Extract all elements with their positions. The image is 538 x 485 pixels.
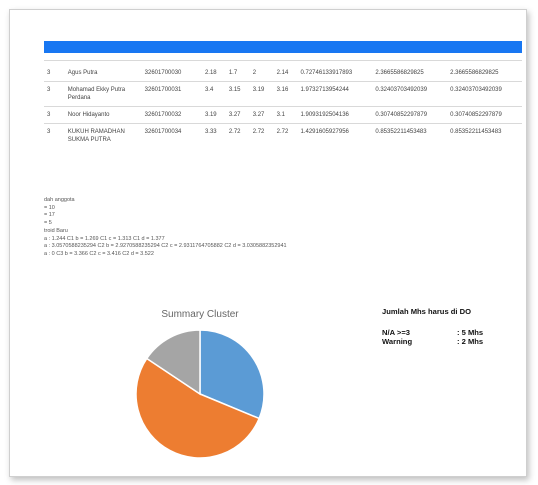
member-count-c2: = 17 bbox=[44, 212, 55, 219]
grade-2: 3.15 bbox=[225, 81, 250, 107]
grade-4: 2.14 bbox=[273, 60, 298, 82]
grade-1: 3.33 bbox=[201, 123, 226, 148]
row-number: 3 bbox=[44, 106, 65, 124]
table-row: 3 Agus Putra 32601700030 2.18 1.7 2 2.14… bbox=[44, 60, 522, 82]
distance-c2: 0.85352211453483 bbox=[372, 123, 448, 148]
student-name: Agus Putra bbox=[64, 60, 142, 82]
distance-c2: 0.32403703492039 bbox=[372, 81, 448, 107]
do-row-label: N/A >=3 bbox=[382, 328, 410, 337]
table-header-bar bbox=[44, 41, 522, 53]
student-nim: 32601700031 bbox=[141, 81, 202, 107]
do-row-label: Warning bbox=[382, 337, 413, 346]
do-row-value: : 5 Mhs bbox=[457, 328, 484, 337]
grade-2: 3.27 bbox=[225, 106, 250, 124]
centroid-line-3: a : 0 C3 b = 3.366 C2 c = 3.416 C2 d = 3… bbox=[44, 250, 154, 257]
student-nim: 32601700034 bbox=[141, 123, 202, 148]
centroid-line-2: a : 3.0570588235294 C2 b = 2.92705882352… bbox=[44, 243, 287, 250]
do-summary: Jumlah Mhs harus di DO N/A >=3 : 5 Mhs W… bbox=[382, 307, 483, 346]
row-number: 3 bbox=[44, 60, 65, 82]
grade-2: 1.7 bbox=[225, 60, 250, 82]
pie-title: Summary Cluster bbox=[161, 309, 239, 320]
grade-1: 2.18 bbox=[201, 60, 226, 82]
summary-pie-chart bbox=[135, 329, 265, 458]
grade-1: 3.4 bbox=[201, 81, 226, 107]
grade-4: 3.16 bbox=[273, 81, 298, 107]
grade-2: 2.72 bbox=[225, 123, 250, 148]
table-row: 3 Noor Hidayanto 32601700032 3.19 3.27 3… bbox=[44, 106, 522, 124]
student-name: KUKUH RAMADHAN SUKMA PUTRA bbox=[64, 123, 142, 148]
cluster-table: 3 Agus Putra 32601700030 2.18 1.7 2 2.14… bbox=[44, 60, 522, 148]
member-count-c3: = 5 bbox=[44, 220, 52, 227]
distance-c3: 0.85352211453483 bbox=[447, 123, 522, 148]
distance-c1: 0.72746133917893 bbox=[297, 60, 373, 82]
member-count-heading: dah anggota bbox=[44, 197, 75, 203]
student-name: Noor Hidayanto bbox=[64, 106, 142, 124]
table-row: 3 Mohamad Ekky Putra Perdana 32601700031… bbox=[44, 81, 522, 107]
do-summary-row: Warning : 2 Mhs bbox=[382, 337, 483, 346]
grade-3: 2.72 bbox=[249, 123, 274, 148]
distance-c1: 1.9732713954244 bbox=[297, 81, 373, 107]
distance-c3: 2.3665586829825 bbox=[447, 60, 522, 82]
student-name: Mohamad Ekky Putra Perdana bbox=[64, 81, 142, 107]
distance-c1: 1.4291605927956 bbox=[297, 123, 373, 148]
centroid-heading: troid Baru bbox=[44, 227, 68, 234]
distance-c3: 0.32403703492039 bbox=[447, 81, 522, 107]
distance-c3: 0.30740852297879 bbox=[447, 106, 522, 124]
row-number: 3 bbox=[44, 81, 65, 107]
row-number: 3 bbox=[44, 123, 65, 148]
grade-1: 3.19 bbox=[201, 106, 226, 124]
screenshot-frame: 3 Agus Putra 32601700030 2.18 1.7 2 2.14… bbox=[9, 9, 527, 477]
do-row-value: : 2 Mhs bbox=[457, 337, 484, 346]
grade-3: 2 bbox=[249, 60, 274, 82]
do-summary-row: N/A >=3 : 5 Mhs bbox=[382, 328, 483, 337]
grade-3: 3.19 bbox=[249, 81, 274, 107]
student-nim: 32601700032 bbox=[141, 106, 202, 124]
distance-c2: 2.3665586829825 bbox=[372, 60, 448, 82]
grade-3: 3.27 bbox=[249, 106, 274, 124]
distance-c2: 0.30740852297879 bbox=[372, 106, 448, 124]
centroid-line-1: a : 1.244 C1 b = 1.269 C1 c = 1.313 C1 d… bbox=[44, 235, 165, 242]
grade-4: 3.1 bbox=[273, 106, 298, 124]
member-count-c1: = 10 bbox=[44, 204, 55, 211]
distance-c1: 1.9093192504136 bbox=[297, 106, 373, 124]
cluster-info: dah anggota = 10 = 17 = 5 troid Baru a :… bbox=[44, 197, 287, 259]
grade-4: 2.72 bbox=[273, 123, 298, 148]
do-summary-title: Jumlah Mhs harus di DO bbox=[382, 307, 472, 316]
table-row: 3 KUKUH RAMADHAN SUKMA PUTRA 32601700034… bbox=[44, 123, 522, 148]
student-nim: 32601700030 bbox=[141, 60, 202, 82]
